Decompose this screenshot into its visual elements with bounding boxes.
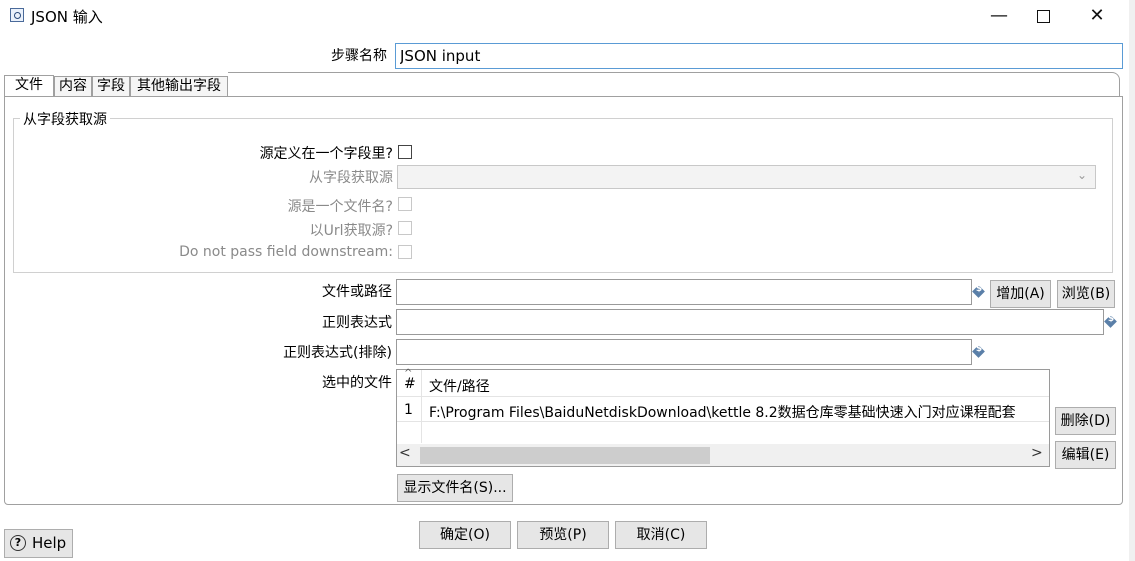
regex-label: 正则表达式 bbox=[322, 315, 392, 331]
source-in-field-label: 源定义在一个字段里? bbox=[259, 146, 393, 162]
step-name-input[interactable] bbox=[395, 43, 1123, 69]
table-row-path[interactable]: F:\Program Files\BaiduNetdiskDownload\ke… bbox=[429, 402, 1049, 422]
file-or-directory-input[interactable] bbox=[396, 279, 972, 305]
table-header-path[interactable]: 文件/路径 bbox=[429, 376, 490, 396]
scroll-left-icon[interactable]: < bbox=[399, 445, 411, 461]
source-is-filename-checkbox[interactable] bbox=[398, 197, 412, 211]
source-field-select[interactable] bbox=[397, 165, 1096, 189]
do-not-pass-field-checkbox[interactable] bbox=[398, 245, 412, 259]
variable-icon bbox=[973, 344, 985, 358]
scroll-right-icon[interactable]: > bbox=[1031, 445, 1043, 461]
browse-button[interactable]: 浏览(B) bbox=[1057, 280, 1115, 308]
window-title: JSON 输入 bbox=[31, 8, 103, 26]
exclude-regex-input[interactable] bbox=[396, 339, 972, 365]
help-icon: ? bbox=[10, 535, 26, 551]
table-row-divider bbox=[397, 421, 1049, 422]
window-right-edge bbox=[1129, 0, 1135, 561]
edit-button[interactable]: 编辑(E) bbox=[1055, 441, 1116, 469]
cancel-button[interactable]: 取消(C) bbox=[615, 521, 707, 549]
tab-additional-output-fields[interactable]: 其他输出字段 bbox=[130, 76, 228, 97]
tab-file[interactable]: 文件 bbox=[4, 75, 54, 97]
source-is-filename-label: 源是一个文件名? bbox=[287, 199, 393, 215]
table-header-number[interactable]: # bbox=[404, 376, 416, 392]
show-filenames-button[interactable]: 显示文件名(S)... bbox=[397, 474, 513, 502]
tab-fields[interactable]: 字段 bbox=[92, 76, 130, 97]
close-button[interactable]: ✕ bbox=[1074, 0, 1120, 32]
ok-button[interactable]: 确定(O) bbox=[419, 521, 511, 549]
table-column-divider bbox=[421, 370, 422, 443]
variable-icon bbox=[1105, 314, 1117, 328]
json-input-app-icon bbox=[10, 8, 24, 22]
read-url-checkbox[interactable] bbox=[398, 221, 412, 235]
do-not-pass-field-label: Do not pass field downstream: bbox=[179, 244, 393, 260]
maximize-icon bbox=[1036, 9, 1050, 23]
help-label: Help bbox=[32, 534, 67, 552]
variable-icon bbox=[973, 284, 985, 298]
maximize-button[interactable] bbox=[1020, 0, 1066, 32]
selected-files-label: 选中的文件 bbox=[322, 375, 392, 391]
exclude-regex-label: 正则表达式(排除) bbox=[283, 345, 392, 361]
regex-input[interactable] bbox=[396, 309, 1104, 335]
delete-button[interactable]: 删除(D) bbox=[1055, 407, 1116, 435]
get-source-from-field-label: 从字段获取源 bbox=[309, 170, 393, 186]
table-row-number[interactable]: 1 bbox=[404, 402, 413, 418]
preview-button[interactable]: 预览(P) bbox=[517, 521, 609, 549]
scrollbar-thumb[interactable] bbox=[420, 447, 710, 464]
read-url-label: 以Url获取源? bbox=[309, 223, 393, 239]
file-or-directory-label: 文件或路径 bbox=[322, 284, 392, 300]
add-file-button[interactable]: 增加(A) bbox=[990, 280, 1051, 308]
source-in-field-checkbox[interactable] bbox=[398, 145, 412, 159]
tab-content[interactable]: 内容 bbox=[54, 76, 92, 97]
title-bar bbox=[0, 0, 1135, 32]
step-name-label: 步骤名称 bbox=[331, 48, 387, 64]
tab-strip-border bbox=[228, 72, 1120, 96]
minimize-button[interactable]: — bbox=[976, 0, 1022, 32]
source-group-title: 从字段获取源 bbox=[20, 109, 110, 129]
chevron-down-icon: ⌄ bbox=[1077, 168, 1088, 182]
table-header-divider bbox=[397, 396, 1049, 397]
